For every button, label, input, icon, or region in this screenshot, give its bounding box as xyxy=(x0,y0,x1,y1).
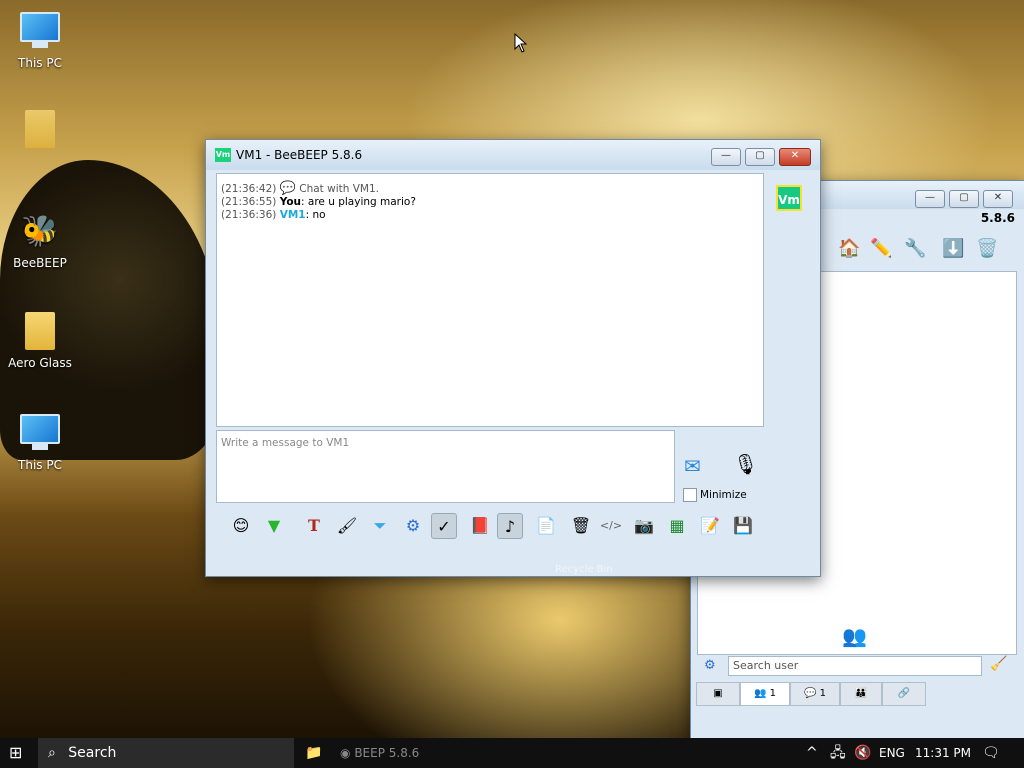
mouse-cursor-icon xyxy=(514,33,528,53)
maximize-button[interactable]: ▢ xyxy=(949,190,979,208)
chat-history[interactable]: (21:36:42) 💬 Chat with VM1. (21:36:55) Y… xyxy=(216,173,764,427)
tab-groups[interactable]: 👪 xyxy=(840,682,882,706)
window-title: VM1 - BeeBEEP 5.8.6 xyxy=(236,148,363,162)
desktop-icon-this-pc[interactable]: This PC xyxy=(0,414,80,472)
groups-tab-icon: 👪 xyxy=(854,688,868,699)
send-file-icon[interactable]: 📄 xyxy=(533,513,559,539)
app-icon: Vm xyxy=(215,148,231,162)
windows-icon: ⊞ xyxy=(9,743,23,762)
desktop-icon-this-pc-top[interactable]: This PC xyxy=(0,12,80,70)
chat-window-titlebar: Vm VM1 - BeeBEEP 5.8.6 — ▢ ✕ xyxy=(206,140,820,170)
chat-message: (21:36:55) You: are u playing mario? xyxy=(221,196,416,208)
chevron-up-icon[interactable]: ^ xyxy=(806,738,818,768)
desktop-icon-label: Aero Glass xyxy=(8,356,72,370)
folder-icon xyxy=(18,110,62,150)
bee-icon: 🐝 xyxy=(21,214,59,249)
clock[interactable]: 11:31 PM xyxy=(915,738,971,768)
notifications-icon[interactable]: 🗨 xyxy=(982,738,1000,768)
network-icon[interactable]: 🖧 xyxy=(830,738,846,768)
trash-icon[interactable]: 🗑️ xyxy=(976,238,998,259)
save-icon[interactable]: 💾 xyxy=(730,513,756,539)
desktop-icon-label: This PC xyxy=(18,56,62,70)
desktop-icon-folder-blank[interactable] xyxy=(0,110,80,154)
volume-muted-icon[interactable]: 🔇 xyxy=(854,738,871,768)
chat-tab-icon: 💬 xyxy=(803,688,817,699)
minimize-label: Minimize xyxy=(700,489,747,501)
dropdown-arrow-icon[interactable]: ▼ xyxy=(261,513,287,539)
note-icon[interactable]: 📝 xyxy=(697,513,723,539)
desktop-icon-label: This PC xyxy=(18,458,62,472)
sound-icon[interactable]: ♪ xyxy=(497,513,523,539)
users-icon: 👥 xyxy=(842,624,867,648)
minimize-button[interactable]: — xyxy=(711,148,741,166)
recycle-bin-label: Recycle Bin xyxy=(555,564,613,575)
tab-network[interactable]: ▣ xyxy=(696,682,740,706)
taskbar: ⊞ ⌕ Search 📁 ◉ BEEP 5.8.6 ^ 🖧 🔇 ENG 11:3… xyxy=(0,738,1024,768)
tab-users[interactable]: 👥 1 xyxy=(740,682,790,706)
camera-icon[interactable]: 📷 xyxy=(631,513,657,539)
chrome-icon: ◉ xyxy=(340,746,351,760)
desktop-icon-beebeep[interactable]: 🐝 BeeBEEP xyxy=(0,212,80,270)
search-icon: ⌕ xyxy=(48,745,56,761)
tools-icon[interactable]: 🔧 xyxy=(904,238,926,259)
computer-icon xyxy=(18,12,62,52)
filter-icon[interactable]: ⏷ xyxy=(367,513,393,539)
chat-message: (21:36:42) 💬 Chat with VM1. xyxy=(221,181,379,196)
message-input[interactable]: Write a message to VM1 xyxy=(216,430,675,503)
spellcheck-icon[interactable]: ✓ xyxy=(431,513,457,539)
network-icon: ▣ xyxy=(713,688,723,699)
taskbar-app-beebeep[interactable]: ◉ BEEP 5.8.6 xyxy=(340,738,419,768)
color-picker-icon[interactable]: 🖌 xyxy=(334,513,360,539)
maximize-button[interactable]: ▢ xyxy=(745,148,775,166)
tab-shares[interactable]: 🔗 xyxy=(882,682,926,706)
share-tab-icon: 🔗 xyxy=(897,688,911,699)
edit-icon[interactable]: ✏️ xyxy=(870,238,892,259)
update-icon[interactable]: ⬇️ xyxy=(942,238,964,259)
file-explorer-icon[interactable]: 📁 xyxy=(305,738,322,768)
settings-gear-icon[interactable]: ⚙ xyxy=(400,513,426,539)
close-button[interactable]: ✕ xyxy=(779,148,811,166)
screenshot-icon[interactable]: ▦ xyxy=(664,513,690,539)
font-icon[interactable]: T xyxy=(301,513,327,539)
folder-icon xyxy=(18,312,62,352)
chat-message: (21:36:36) VM1: no xyxy=(221,209,326,221)
chat-bubble-icon: 💬 xyxy=(279,181,296,196)
start-button[interactable]: ⊞ xyxy=(9,738,22,768)
users-tab-icon: 👥 xyxy=(753,688,767,699)
dictionary-icon[interactable]: 📕 xyxy=(467,513,493,539)
minimize-button[interactable]: — xyxy=(915,190,945,208)
language-indicator[interactable]: ENG xyxy=(879,738,905,768)
settings-icon[interactable]: ⚙ xyxy=(704,658,716,673)
user-avatar[interactable]: Vm xyxy=(776,185,802,211)
version-label: 5.8.6 xyxy=(980,211,1015,225)
search-user-input[interactable]: Search user xyxy=(728,656,982,676)
home-icon[interactable]: 🏠 xyxy=(838,238,860,259)
close-button[interactable]: ✕ xyxy=(983,190,1013,208)
desktop-icon-aero-glass[interactable]: Aero Glass xyxy=(0,312,80,370)
clear-search-icon[interactable]: 🧹 xyxy=(990,656,1007,672)
emoticon-icon[interactable]: 😊 xyxy=(228,513,254,539)
computer-icon xyxy=(18,414,62,454)
tab-chats[interactable]: 💬 1 xyxy=(790,682,840,706)
desktop-icon-label: BeeBEEP xyxy=(13,256,67,270)
taskbar-search-box[interactable]: ⌕ Search xyxy=(38,738,294,768)
code-icon[interactable]: </> xyxy=(598,513,624,539)
send-icon[interactable]: ✉ xyxy=(684,454,701,478)
minimize-checkbox[interactable] xyxy=(683,488,697,502)
recycle-bin-icon[interactable]: 🗑 xyxy=(568,513,594,539)
microphone-icon[interactable]: 🎙 xyxy=(733,452,758,476)
